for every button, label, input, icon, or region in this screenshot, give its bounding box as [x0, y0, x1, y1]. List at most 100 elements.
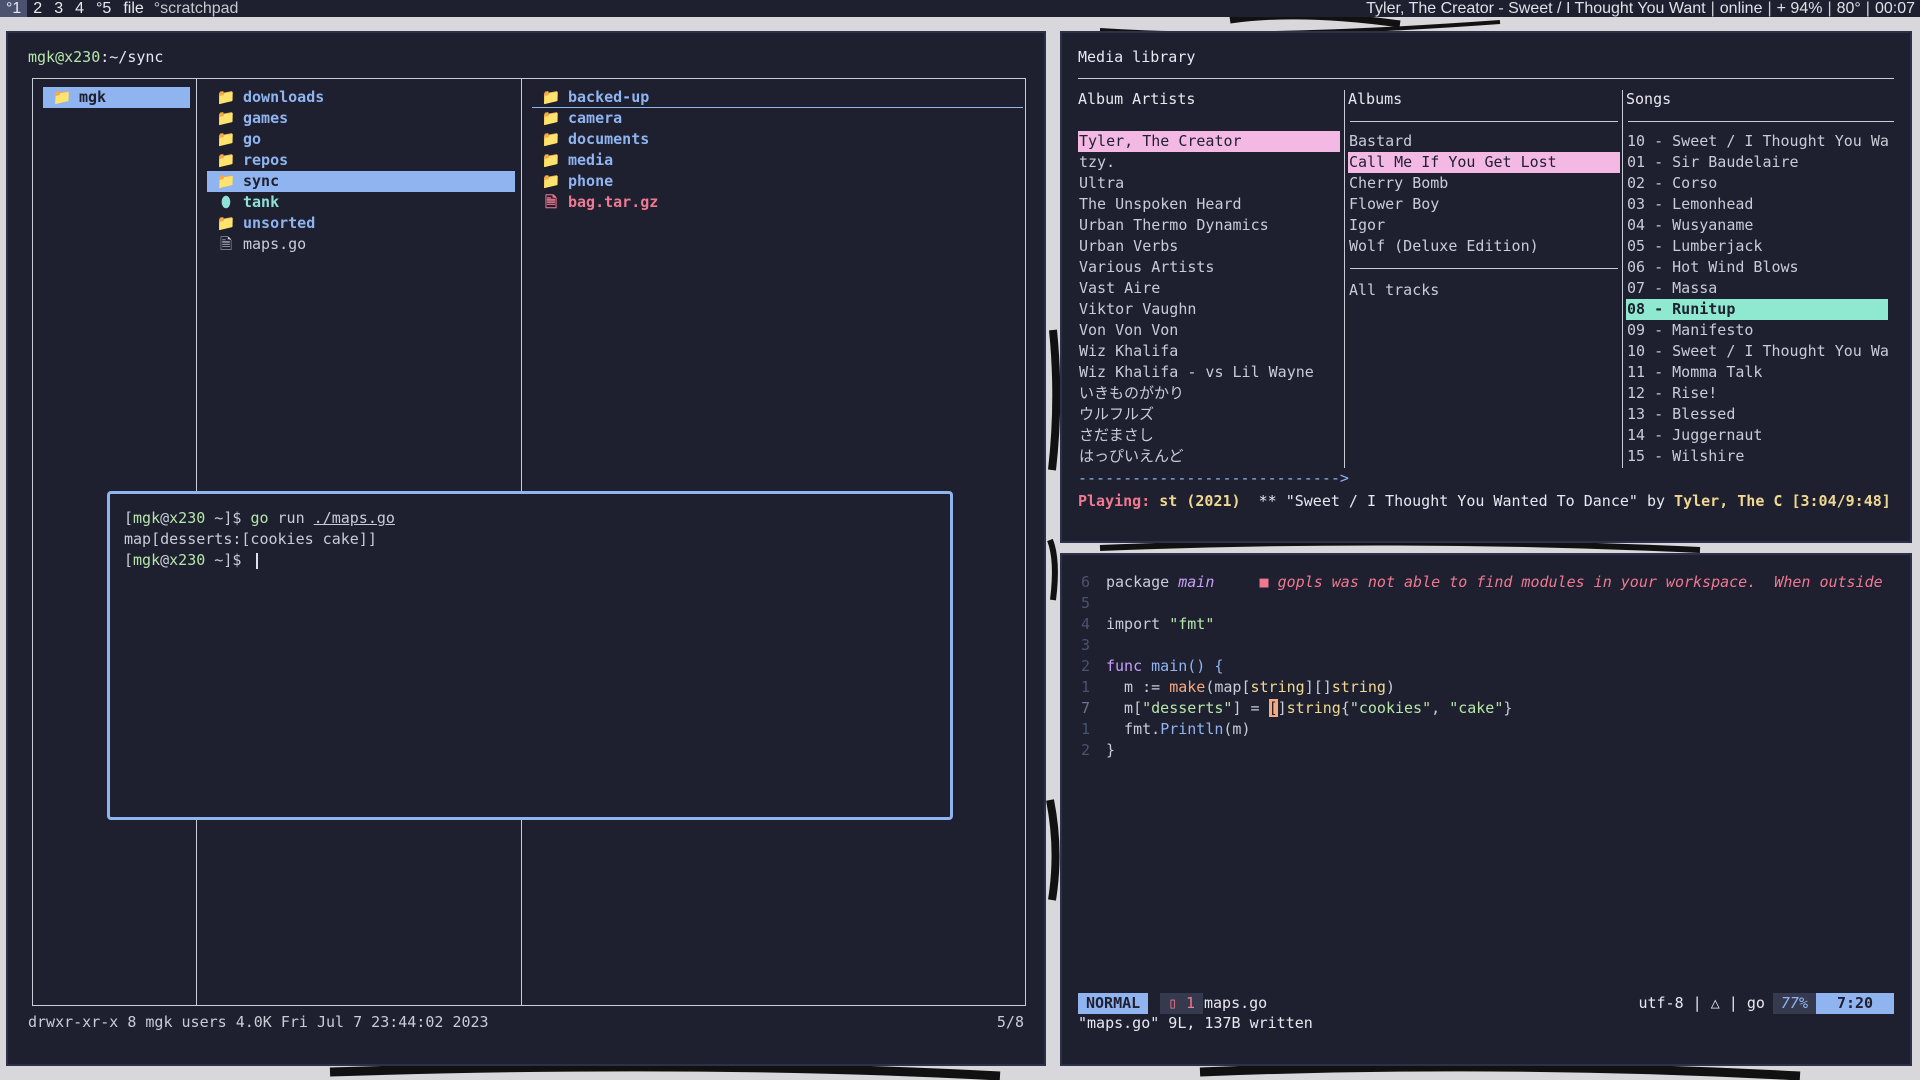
- file-encoding: utf-8 | △ | go: [1638, 994, 1765, 1012]
- song-item[interactable]: 10 - Sweet / I Thought You Wa: [1626, 131, 1888, 152]
- clock: 00:07: [1874, 0, 1915, 17]
- song-item[interactable]: 09 - Manifesto: [1626, 320, 1888, 341]
- artist-item[interactable]: tzy.: [1078, 152, 1340, 173]
- code-line: 4 import "fmt": [1080, 615, 1215, 633]
- file-entry[interactable]: 📁 sync: [207, 171, 515, 192]
- song-item[interactable]: 14 - Juggernaut: [1626, 425, 1888, 446]
- network-status: online: [1719, 0, 1763, 17]
- workspace-2[interactable]: 2: [27, 0, 48, 17]
- drive-icon: ⬮: [221, 193, 231, 211]
- media-library-window[interactable]: Media library Album Artists Albums Songs…: [1060, 31, 1912, 543]
- song-item[interactable]: 03 - Lemonhead: [1626, 194, 1888, 215]
- cursor-bracket: [: [1268, 699, 1278, 717]
- folder-icon: 📁: [216, 214, 236, 232]
- artist-item[interactable]: ウルフルズ: [1078, 404, 1340, 425]
- workspace-5[interactable]: °5: [90, 0, 117, 17]
- artists-header: Album Artists: [1078, 90, 1196, 108]
- artist-item[interactable]: Ultra: [1078, 173, 1340, 194]
- temperature: 80°: [1836, 0, 1861, 17]
- folder-icon: 📁: [216, 172, 236, 190]
- album-item[interactable]: Bastard: [1348, 131, 1620, 152]
- album-item[interactable]: Wolf (Deluxe Edition): [1348, 236, 1620, 257]
- terminal-window[interactable]: [mgk@x230 ~]$ go run ./maps.go map[desse…: [107, 491, 953, 820]
- song-item[interactable]: 07 - Massa: [1626, 278, 1888, 299]
- folder-icon: 📁: [216, 109, 236, 127]
- file-entry[interactable]: 📁 documents: [532, 129, 1021, 150]
- song-item[interactable]: 15 - Wilshire: [1626, 446, 1888, 467]
- code-line: 2 func main() {: [1080, 657, 1224, 675]
- song-item[interactable]: 10 - Sweet / I Thought You Wa: [1626, 341, 1888, 362]
- artist-item[interactable]: The Unspoken Heard: [1078, 194, 1340, 215]
- artist-item[interactable]: はっぴいえんど: [1078, 446, 1340, 467]
- current-path: mgk@x230:~/sync: [28, 48, 164, 66]
- cursor-position: 7:20: [1816, 993, 1894, 1014]
- song-item[interactable]: 06 - Hot Wind Blows: [1626, 257, 1888, 278]
- file-info-status: drwxr-xr-x 8 mgk users 4.0K Fri Jul 7 23…: [28, 1013, 489, 1031]
- terminal-line: [mgk@x230 ~]$ go run ./maps.go: [124, 509, 395, 527]
- window-title: °scratchpad: [153, 0, 239, 17]
- file-entry[interactable]: 🗎 maps.go: [207, 234, 515, 255]
- mode-indicator: NORMAL: [1078, 993, 1149, 1014]
- diagnostic-message: ■ gopls was not able to find modules in …: [1259, 573, 1883, 591]
- song-item[interactable]: 02 - Corso: [1626, 173, 1888, 194]
- now-playing-line: Playing: st (2021) ** "Sweet / I Thought…: [1078, 492, 1891, 510]
- folder-icon: 📁: [216, 151, 236, 169]
- file-entry[interactable]: 📁 games: [207, 108, 515, 129]
- album-item[interactable]: Flower Boy: [1348, 194, 1620, 215]
- album-item[interactable]: Cherry Bomb: [1348, 173, 1620, 194]
- file-entry[interactable]: 📁 go: [207, 129, 515, 150]
- song-item[interactable]: 08 - Runitup: [1626, 299, 1888, 320]
- artist-item[interactable]: いきものがかり: [1078, 383, 1340, 404]
- workspace-3[interactable]: 3: [48, 0, 69, 17]
- now-playing: Tyler, The Creator - Sweet / I Thought Y…: [1366, 0, 1706, 17]
- file-icon: 🗎: [544, 193, 558, 211]
- command-line[interactable]: "maps.go" 9L, 137B written: [1078, 1014, 1313, 1032]
- artist-item[interactable]: Von Von Von: [1078, 320, 1340, 341]
- album-item[interactable]: Call Me If You Get Lost: [1348, 152, 1620, 173]
- folder-icon: 📁: [541, 172, 561, 190]
- artist-item[interactable]: Wiz Khalifa - vs Lil Wayne: [1078, 362, 1340, 383]
- file-entry[interactable]: 📁 unsorted: [207, 213, 515, 234]
- editor-statusline: NORMAL ▯ 1 maps.go utf-8 | △ | go 77% 7:…: [1078, 993, 1894, 1014]
- status-bar: °1 2 3 4 °5 file °scratchpad Tyler, The …: [0, 0, 1920, 17]
- file-entry[interactable]: 📁 media: [532, 150, 1021, 171]
- workspace-1[interactable]: °1: [0, 0, 28, 17]
- media-title: Media library: [1078, 48, 1196, 66]
- artist-item[interactable]: Viktor Vaughn: [1078, 299, 1340, 320]
- file-entry[interactable]: 📁 downloads: [207, 87, 515, 108]
- artist-item[interactable]: さだまさし: [1078, 425, 1340, 446]
- songs-header: Songs: [1626, 90, 1672, 108]
- artist-item[interactable]: Tyler, The Creator: [1078, 131, 1340, 152]
- song-item[interactable]: 12 - Rise!: [1626, 383, 1888, 404]
- file-entry[interactable]: 📁 repos: [207, 150, 515, 171]
- song-item[interactable]: 05 - Lumberjack: [1626, 236, 1888, 257]
- file-entry[interactable]: 🗎 bag.tar.gz: [532, 192, 1021, 213]
- workspace-4[interactable]: 4: [69, 0, 90, 17]
- file-entry[interactable]: 📁 mgk: [43, 87, 190, 108]
- song-item[interactable]: 13 - Blessed: [1626, 404, 1888, 425]
- folder-icon: 📁: [216, 130, 236, 148]
- artist-item[interactable]: Urban Thermo Dynamics: [1078, 215, 1340, 236]
- file-entry[interactable]: 📁 phone: [532, 171, 1021, 192]
- song-item[interactable]: 01 - Sir Baudelaire: [1626, 152, 1888, 173]
- artist-item[interactable]: Various Artists: [1078, 257, 1340, 278]
- file-entry[interactable]: ⬮ tank: [207, 192, 515, 213]
- layout-indicator[interactable]: file: [117, 0, 149, 17]
- terminal-prompt[interactable]: [mgk@x230 ~]$: [124, 550, 259, 571]
- file-entry[interactable]: 📁 backed-up: [532, 87, 1021, 108]
- album-item[interactable]: Igor: [1348, 215, 1620, 236]
- artist-item[interactable]: Wiz Khalifa: [1078, 341, 1340, 362]
- editor-window[interactable]: 6 package main ■ gopls was not able to fi…: [1060, 553, 1912, 1066]
- artist-item[interactable]: Vast Aire: [1078, 278, 1340, 299]
- file-entry[interactable]: 📁 camera: [532, 108, 1021, 129]
- song-item[interactable]: 11 - Momma Talk: [1626, 362, 1888, 383]
- code-line[interactable]: 7 m["desserts"] = []string{"cookies", "c…: [1062, 698, 1512, 719]
- artist-item[interactable]: Urban Verbs: [1078, 236, 1340, 257]
- all-tracks-item[interactable]: All tracks: [1348, 280, 1620, 301]
- error-count[interactable]: ▯ 1: [1160, 993, 1204, 1014]
- scroll-percent: 77%: [1772, 993, 1816, 1014]
- code-line: 5: [1080, 594, 1090, 612]
- song-item[interactable]: 04 - Wusyaname: [1626, 215, 1888, 236]
- folder-icon: 📁: [541, 109, 561, 127]
- battery-status: + 94%: [1776, 0, 1823, 17]
